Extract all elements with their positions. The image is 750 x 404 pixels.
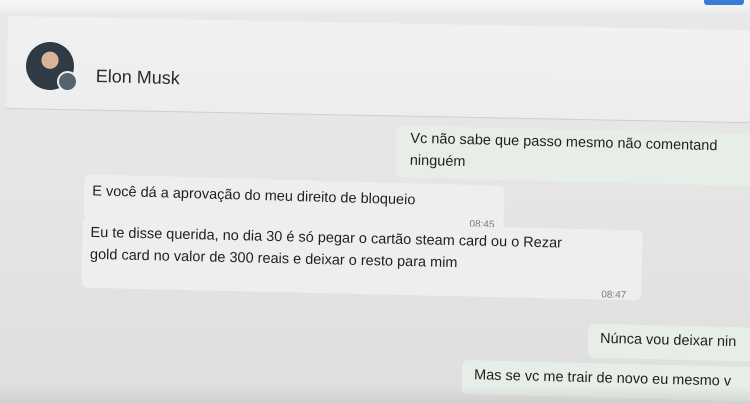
accent-bar xyxy=(704,0,744,5)
status-ring-icon xyxy=(57,71,78,92)
message-text: Núnca vou deixar nin xyxy=(599,330,737,351)
message-time: 08:47 xyxy=(601,289,627,302)
chat-window: Elon Musk Vc não sabe que passo mesmo nã… xyxy=(0,0,750,404)
avatar[interactable] xyxy=(26,42,78,92)
message-bubble-outgoing[interactable]: Núnca vou deixar nin xyxy=(587,323,750,363)
bottom-fade xyxy=(0,386,750,404)
message-text: ninguém xyxy=(409,152,466,171)
contact-name[interactable]: Elon Musk xyxy=(95,66,180,89)
message-bubble-incoming[interactable]: Eu te disse querida, no dia 30 é só pega… xyxy=(81,217,643,301)
window-top-strip xyxy=(0,0,750,12)
message-bubble-outgoing[interactable]: Vc não sabe que passo mesmo não comentan… xyxy=(395,125,750,187)
message-text: E você dá a aprovação do meu direito de … xyxy=(92,183,416,209)
